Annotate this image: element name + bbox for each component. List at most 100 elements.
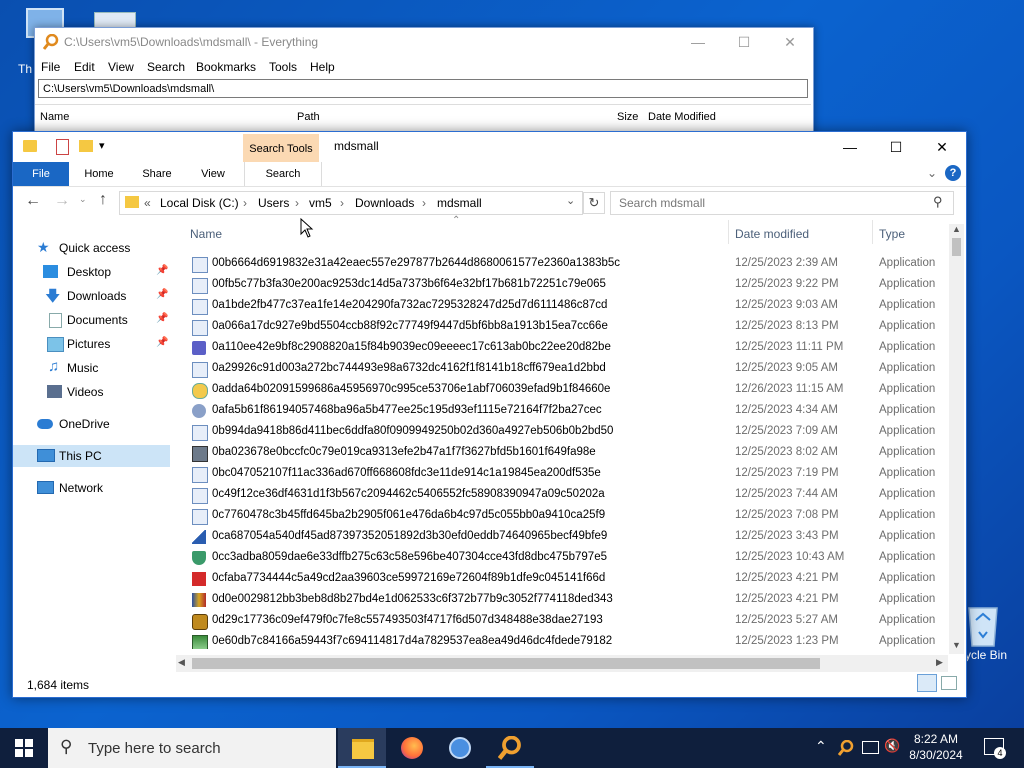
scroll-up-icon[interactable]: ▲ <box>952 224 961 234</box>
close-icon[interactable]: ✕ <box>919 133 965 161</box>
menu-file[interactable]: File <box>41 60 60 74</box>
taskbar-chrome[interactable] <box>436 728 484 768</box>
scroll-left-icon[interactable]: ◀ <box>178 657 185 668</box>
explorer-titlebar[interactable]: ▾ Search Tools mdsmall — ☐ ✕ <box>13 132 966 162</box>
sidebar-item-network[interactable]: Network <box>13 477 173 499</box>
large-icons-view-icon[interactable] <box>941 676 957 690</box>
taskbar-clock[interactable]: 8:22 AM 8/30/2024 <box>905 731 967 763</box>
scroll-thumb[interactable] <box>192 658 820 669</box>
table-row[interactable]: 0c7760478c3b45ffd645ba2b2905f061e476da6b… <box>188 506 948 527</box>
taskbar-firefox[interactable] <box>388 728 436 768</box>
sidebar-item-videos[interactable]: Videos <box>13 381 173 403</box>
breadcrumb-sep[interactable]: › <box>295 196 299 210</box>
col-date-modified[interactable]: Date modified <box>735 227 809 241</box>
breadcrumb-sep[interactable]: › <box>422 196 426 210</box>
table-row[interactable]: 00fb5c77b3fa30e200ac9253dc14d5a7373b6f64… <box>188 275 948 296</box>
everything-tray-icon[interactable] <box>838 740 854 756</box>
ribbon-expand-icon[interactable]: ⌄ <box>927 166 937 180</box>
tab-view[interactable]: View <box>189 162 237 186</box>
breadcrumb-sep[interactable]: › <box>340 196 344 210</box>
table-row[interactable]: 0ba023678e0bccfc0c79e019ca9313efe2b47a1f… <box>188 443 948 464</box>
everything-titlebar[interactable]: C:\Users\vm5\Downloads\mdsmall\ - Everyt… <box>35 28 813 56</box>
address-bar[interactable]: « Local Disk (C:) › Users › vm5 › Downlo… <box>119 191 583 215</box>
table-row[interactable]: 0a29926c91d003a272bc744493e98a6732dc4162… <box>188 359 948 380</box>
qat-dropdown-icon[interactable]: ▾ <box>99 139 105 152</box>
close-icon[interactable]: ✕ <box>767 28 813 56</box>
tab-search[interactable]: Search <box>244 162 322 186</box>
maximize-icon[interactable]: ☐ <box>721 28 767 56</box>
menu-view[interactable]: View <box>108 60 134 74</box>
breadcrumb-overflow[interactable]: « <box>144 196 151 210</box>
scroll-right-icon[interactable]: ▶ <box>936 657 943 668</box>
table-row[interactable]: 0c49f12ce36df4631d1f3b567c2094462c540655… <box>188 485 948 506</box>
address-dropdown-icon[interactable]: ⌄ <box>566 194 575 207</box>
table-row[interactable]: 0cfaba7734444c5a49cd2aa39603ce59972169e7… <box>188 569 948 590</box>
tab-file[interactable]: File <box>13 162 69 186</box>
table-row[interactable]: 0ca687054a540df45ad87397352051892d3b30ef… <box>188 527 948 548</box>
menu-bookmarks[interactable]: Bookmarks <box>196 60 256 74</box>
breadcrumb-downloads[interactable]: Downloads <box>355 196 414 210</box>
back-icon[interactable]: ← <box>25 192 41 210</box>
details-view-icon[interactable] <box>917 674 937 692</box>
sidebar-item-downloads[interactable]: 🡇 Downloads 📌 <box>13 285 173 307</box>
help-icon[interactable]: ? <box>945 165 961 181</box>
forward-icon[interactable]: → <box>54 192 70 210</box>
table-row[interactable]: 0b994da9418b86d411bec6ddfa80f0909949250b… <box>188 422 948 443</box>
sidebar-item-onedrive[interactable]: OneDrive <box>13 413 173 435</box>
breadcrumb-sep[interactable]: › <box>243 196 247 210</box>
menu-edit[interactable]: Edit <box>74 60 95 74</box>
menu-search[interactable]: Search <box>147 60 185 74</box>
table-row[interactable]: 0a1bde2fb477c37ea1fe14e204290fa732ac7295… <box>188 296 948 317</box>
col-type[interactable]: Type <box>879 227 905 241</box>
table-row[interactable]: 0d0e0029812bb3beb8d8b27bd4e1d062533c6f37… <box>188 590 948 611</box>
table-row[interactable]: 0d29c17736c09ef479f0c7fe8c557493503f4717… <box>188 611 948 632</box>
everything-search-input[interactable]: C:\Users\vm5\Downloads\mdsmall\ <box>38 79 808 98</box>
sidebar-item-music[interactable]: ♫ Music <box>13 357 173 379</box>
table-row[interactable]: 0cc3adba8059dae6e33dffb275c63c58e596be40… <box>188 548 948 569</box>
search-icon[interactable]: ⚲ <box>933 194 943 210</box>
col-name[interactable]: Name <box>40 111 69 123</box>
col-date-modified[interactable]: Date Modified <box>648 111 716 123</box>
sidebar-item-quick-access[interactable]: ★ Quick access <box>13 237 173 259</box>
explorer-window[interactable]: ▾ Search Tools mdsmall — ☐ ✕ File Home S… <box>12 131 967 698</box>
col-name[interactable]: Name <box>190 227 222 241</box>
sidebar-item-desktop[interactable]: Desktop 📌 <box>13 261 173 283</box>
taskbar-file-explorer[interactable] <box>338 728 386 768</box>
network-tray-icon[interactable] <box>862 741 879 754</box>
new-folder-icon[interactable] <box>79 140 93 152</box>
table-row[interactable]: 0afa5b61f86194057468ba96a5b477ee25c195d9… <box>188 401 948 422</box>
everything-window[interactable]: C:\Users\vm5\Downloads\mdsmall\ - Everyt… <box>34 27 814 139</box>
table-row[interactable]: 0a110ee42e9bf8c2908820a15f84b9039ec09eee… <box>188 338 948 359</box>
column-divider[interactable] <box>728 220 729 244</box>
recent-locations-icon[interactable]: ⌄ <box>79 194 87 205</box>
sidebar-item-this-pc[interactable]: This PC <box>13 445 170 467</box>
table-row[interactable]: 0e60db7c84166a59443f7c694114817d4a782953… <box>188 632 948 649</box>
scroll-down-icon[interactable]: ▼ <box>952 640 961 650</box>
tray-overflow-icon[interactable]: ⌃ <box>815 738 827 755</box>
breadcrumb-mdsmall[interactable]: mdsmall <box>437 196 482 210</box>
tab-share[interactable]: Share <box>133 162 181 186</box>
properties-icon[interactable] <box>56 139 69 155</box>
taskbar-search-box[interactable]: ⚲ Type here to search <box>48 728 336 768</box>
table-row[interactable]: 0adda64b02091599686a45956970c995ce53706e… <box>188 380 948 401</box>
minimize-icon[interactable]: — <box>827 133 873 161</box>
table-row[interactable]: 00b6664d6919832e31a42eaec557e297877b2644… <box>188 254 948 275</box>
col-path[interactable]: Path <box>297 111 320 123</box>
refresh-icon[interactable]: ↻ <box>583 192 605 214</box>
maximize-icon[interactable]: ☐ <box>873 133 919 161</box>
taskbar-everything[interactable] <box>486 728 534 768</box>
menu-help[interactable]: Help <box>310 60 335 74</box>
menu-tools[interactable]: Tools <box>269 60 297 74</box>
vertical-scrollbar[interactable]: ▲ ▼ <box>949 224 964 654</box>
sidebar-item-documents[interactable]: Documents 📌 <box>13 309 173 331</box>
scroll-thumb[interactable] <box>952 238 961 256</box>
col-size[interactable]: Size <box>617 111 638 123</box>
horizontal-scrollbar[interactable]: ◀ ▶ <box>176 655 948 672</box>
tab-home[interactable]: Home <box>75 162 123 186</box>
up-icon[interactable]: ↑ <box>99 191 107 209</box>
start-button[interactable] <box>0 728 48 768</box>
breadcrumb-local-disk[interactable]: Local Disk (C:) <box>160 196 239 210</box>
breadcrumb-users[interactable]: Users <box>258 196 289 210</box>
table-row[interactable]: 0a066a17dc927e9bd5504ccb88f92c77749f9447… <box>188 317 948 338</box>
volume-muted-icon[interactable]: 🔇 <box>884 738 900 754</box>
